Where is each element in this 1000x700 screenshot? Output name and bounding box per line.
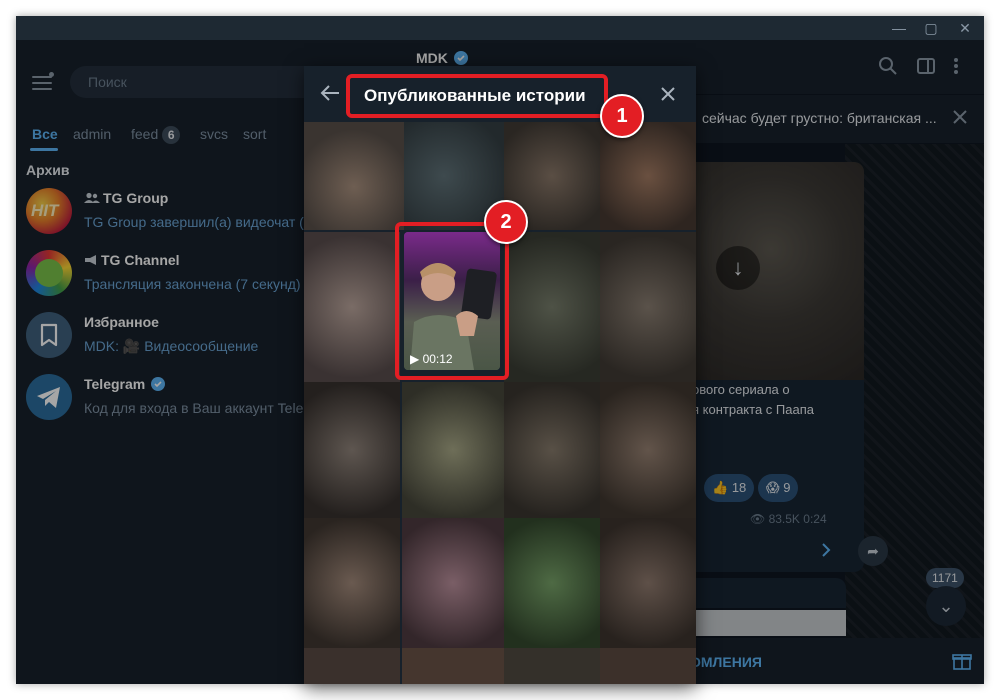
story-thumbnail[interactable] bbox=[504, 648, 600, 684]
story-thumbnail[interactable] bbox=[600, 518, 696, 648]
story-thumbnail[interactable] bbox=[504, 518, 600, 648]
minimize-icon: — bbox=[892, 20, 906, 36]
story-thumbnail[interactable] bbox=[600, 122, 696, 230]
maximize-icon: ▢ bbox=[924, 20, 938, 36]
story-thumbnail[interactable] bbox=[402, 382, 504, 518]
story-thumbnail[interactable] bbox=[600, 382, 696, 518]
minimize-button[interactable]: — bbox=[882, 16, 916, 40]
annotation-badge-2: 2 bbox=[484, 200, 528, 244]
close-icon[interactable] bbox=[660, 86, 676, 102]
story-thumbnail[interactable] bbox=[304, 122, 404, 230]
story-thumbnail[interactable] bbox=[304, 232, 400, 382]
story-thumbnail[interactable] bbox=[304, 382, 400, 518]
highlight-box-title bbox=[346, 74, 608, 118]
back-arrow-icon[interactable] bbox=[320, 84, 340, 102]
story-thumbnail[interactable] bbox=[504, 382, 600, 518]
story-thumbnail[interactable] bbox=[504, 232, 600, 382]
maximize-button[interactable]: ▢ bbox=[914, 16, 948, 40]
close-icon: ✕ bbox=[959, 20, 971, 36]
annotation-badge-1: 1 bbox=[600, 94, 644, 138]
story-thumbnail[interactable] bbox=[402, 518, 504, 648]
story-thumbnail[interactable] bbox=[600, 232, 696, 382]
story-thumbnail[interactable] bbox=[600, 648, 696, 684]
story-thumbnail[interactable] bbox=[402, 648, 504, 684]
story-thumbnail[interactable] bbox=[304, 648, 400, 684]
title-bar: — ▢ ✕ bbox=[16, 16, 984, 40]
story-thumbnail[interactable] bbox=[304, 518, 400, 648]
close-window-button[interactable]: ✕ bbox=[948, 16, 982, 40]
highlight-box-story bbox=[395, 222, 509, 380]
